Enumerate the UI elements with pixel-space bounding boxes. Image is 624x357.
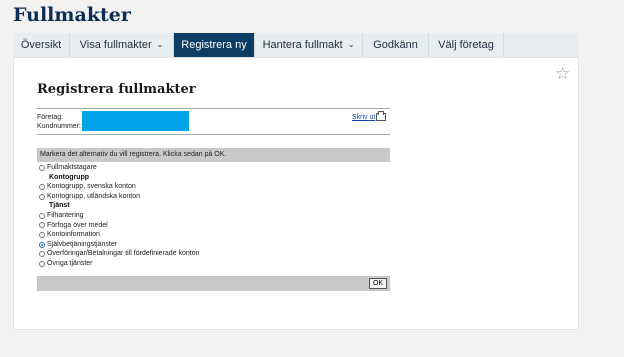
option-label: Fullmaktstagare: [47, 164, 97, 171]
company-label: Företag:: [37, 114, 64, 121]
footer-bar: OK: [37, 276, 390, 291]
option-overforingar[interactable]: Överföringar/Betalningar till fördefinie…: [39, 249, 200, 259]
content-card: ☆ Registrera fullmakter Företag: Kundnum…: [13, 57, 579, 330]
options-list: Fullmaktstagare Kontogrupp Kontogrupp, s…: [39, 163, 200, 269]
print-link[interactable]: Skriv ut: [352, 111, 387, 121]
tab-bar: Översikt Visa fullmakter ⌄ Registrera ny …: [13, 33, 579, 61]
radio-button-checked[interactable]: [39, 241, 45, 248]
option-fullmaktstagare[interactable]: Fullmaktstagare: [39, 163, 200, 173]
star-outline-icon[interactable]: ☆: [555, 64, 570, 84]
option-label: Självbetjäningstjänster: [47, 240, 118, 248]
option-sjalvbetjaningstjanster[interactable]: Självbetjäningstjänster: [39, 240, 200, 250]
tab-oversikt[interactable]: Översikt: [13, 33, 70, 57]
tab-label: Hantera fullmakt: [262, 39, 343, 51]
page-title: Fullmakter: [13, 4, 131, 26]
tab-hantera-fullmakt[interactable]: Hantera fullmakt ⌄: [255, 33, 363, 57]
chevron-down-icon: ⌄: [156, 40, 164, 49]
customer-number-label: Kundnummer:: [37, 123, 81, 130]
company-info: Företag: Kundnummer:: [37, 113, 81, 131]
option-ovriga-tjanster[interactable]: Övriga tjänster: [39, 259, 200, 269]
option-kontogrupp-svenska[interactable]: Kontogrupp, svenska konton: [39, 182, 200, 192]
tab-label: Visa fullmakter: [79, 39, 152, 51]
radio-button[interactable]: [39, 231, 45, 238]
option-label: Kontogrupp, utländska konton: [47, 192, 141, 200]
chevron-down-icon: ⌄: [347, 40, 355, 49]
group-heading-tjanst: Tjänst: [49, 202, 70, 210]
option-label: Övriga tjänster: [47, 259, 93, 267]
tab-label: Godkänn: [373, 39, 418, 51]
option-kontogrupp-utlandska[interactable]: Kontogrupp, utländska konton: [39, 192, 200, 202]
tab-visa-fullmakter[interactable]: Visa fullmakter ⌄: [70, 33, 174, 57]
option-label: Förfoga över medel: [47, 221, 108, 229]
option-label: Kontoinformation: [47, 231, 100, 239]
option-kontoinformation[interactable]: Kontoinformation: [39, 230, 200, 240]
group-heading-kontogrupp: Kontogrupp: [49, 173, 90, 181]
option-label: Filhantering: [47, 211, 84, 219]
redacted-value: [82, 111, 189, 131]
tab-registrera-ny[interactable]: Registrera ny: [174, 33, 255, 61]
tab-label: Översikt: [20, 39, 62, 51]
tab-valj-foretag[interactable]: Välj företag: [429, 33, 504, 57]
radio-button[interactable]: [39, 193, 45, 200]
option-label: Överföringar/Betalningar till fördefinie…: [47, 250, 200, 258]
option-forfoga-over-medel[interactable]: Förfoga över medel: [39, 221, 200, 231]
radio-button[interactable]: [39, 251, 45, 258]
instruction-bar: Markera det alternativ du vill registrer…: [37, 148, 390, 162]
printer-icon: [376, 111, 387, 121]
divider: [37, 134, 390, 135]
divider: [37, 108, 390, 109]
tab-label: Registrera ny: [181, 39, 247, 51]
ok-button[interactable]: OK: [369, 278, 387, 289]
form-title: Registrera fullmakter: [37, 82, 196, 97]
tab-godkann[interactable]: Godkänn: [363, 33, 429, 57]
option-filhantering[interactable]: Filhantering: [39, 211, 200, 221]
radio-button[interactable]: [39, 222, 45, 229]
radio-button[interactable]: [39, 164, 45, 171]
option-label: Kontogrupp, svenska konton: [47, 183, 136, 191]
print-link-label: Skriv ut: [352, 113, 376, 121]
radio-button[interactable]: [39, 183, 45, 190]
radio-button[interactable]: [39, 260, 45, 267]
radio-button[interactable]: [39, 212, 45, 219]
tab-label: Välj företag: [438, 39, 494, 51]
